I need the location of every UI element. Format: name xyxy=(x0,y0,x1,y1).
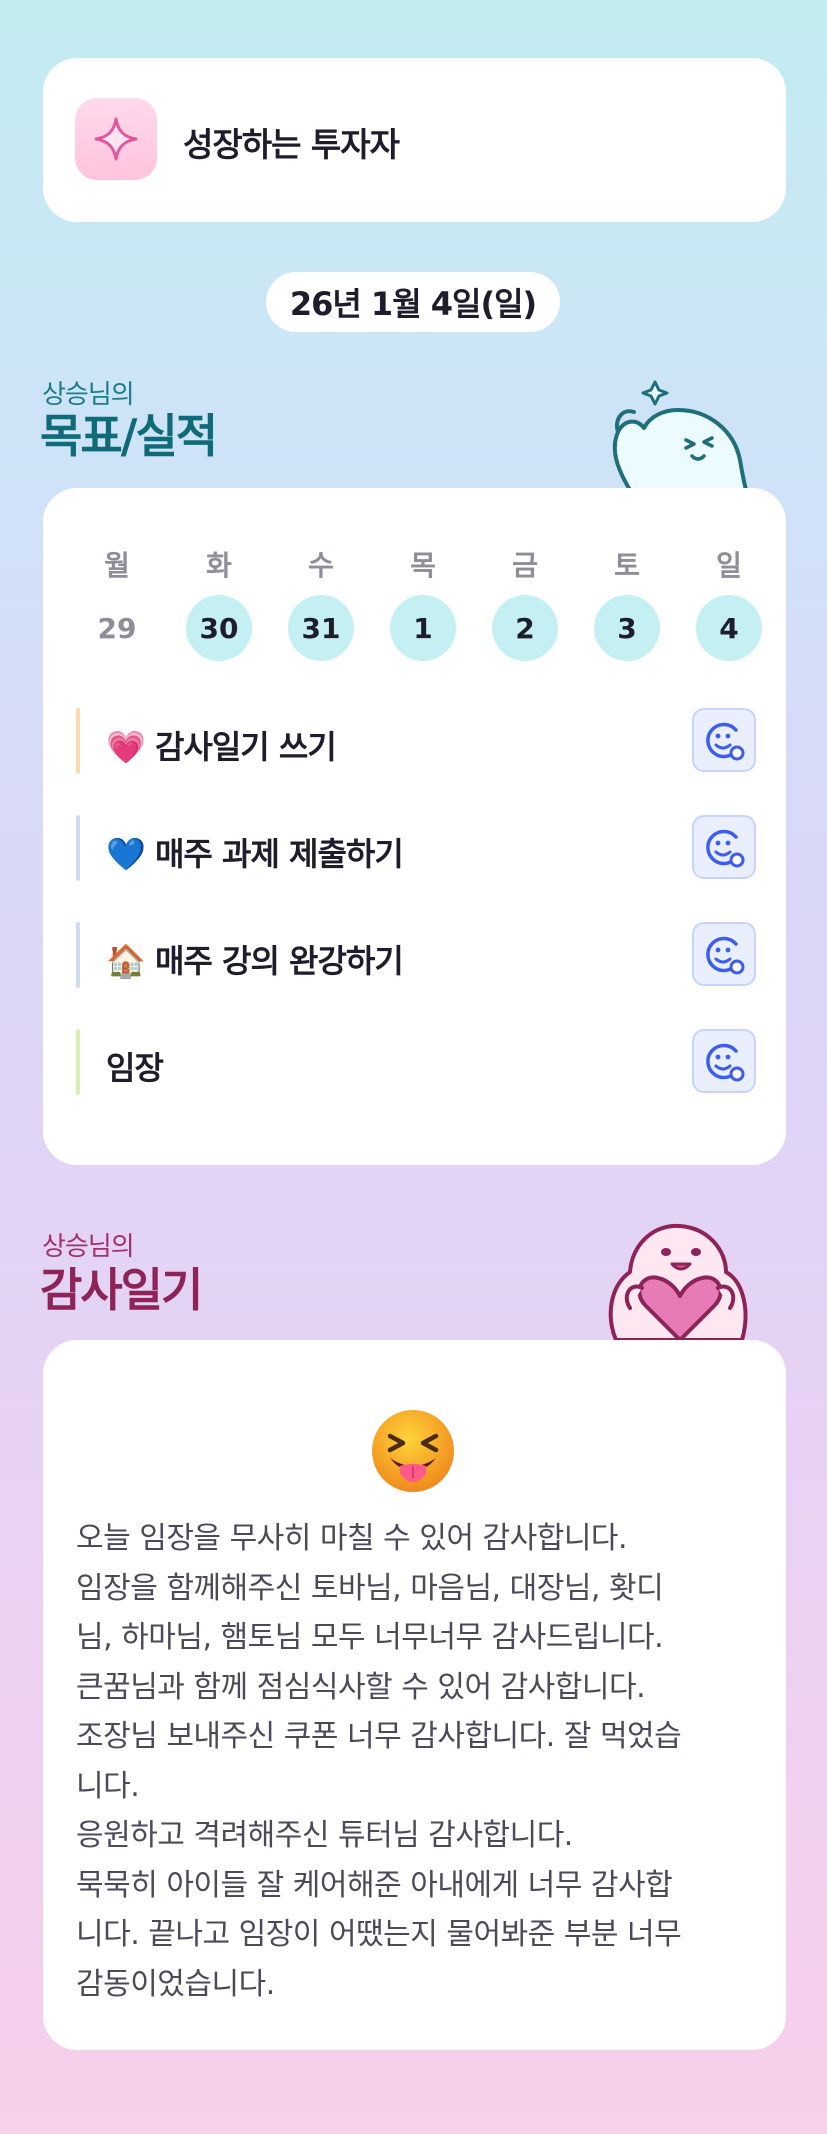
goal-check-button[interactable] xyxy=(692,1029,756,1093)
diary-line: 큰꿈님과 함께 점심식사할 수 있어 감사합니다. xyxy=(76,1669,646,1705)
goal-check-button[interactable] xyxy=(692,815,756,879)
smile-face-icon xyxy=(706,829,745,868)
calendar-day[interactable]: 3 xyxy=(594,595,660,661)
goal-text: 💙 매주 과제 제출하기 xyxy=(106,829,404,875)
goal-item[interactable]: 💗 감사일기 쓰기 xyxy=(76,706,756,776)
goal-indicator-bar xyxy=(76,708,80,774)
profile-title: 성장하는 투자자 xyxy=(183,125,400,164)
goal-indicator-bar xyxy=(76,1029,80,1095)
calendar-day[interactable]: 31 xyxy=(288,595,354,661)
diary-line: 님, 하마님, 햄토님 모두 너무너무 감사드립니다. xyxy=(76,1620,664,1655)
goal-item[interactable]: 🏠 매주 강의 완강하기 xyxy=(76,920,756,990)
diary-line: 응원하고 격려해주신 튜터님 감사합니다. xyxy=(76,1818,573,1853)
goal-item[interactable]: 💙 매주 과제 제출하기 xyxy=(76,813,756,883)
goal-emoji: 💗 xyxy=(106,728,146,766)
goal-emoji: 💙 xyxy=(106,835,146,873)
blue-mascot-icon xyxy=(612,380,748,490)
goal-emoji: 🏠 xyxy=(106,942,146,980)
diary-line: 니다. 끝나고 임장이 어땠는지 물어봐준 부분 너무 xyxy=(76,1917,682,1952)
goal-label: 임장 xyxy=(106,1049,164,1087)
goal-label: 매주 과제 제출하기 xyxy=(154,835,404,873)
goals-section-title: 목표/실적 xyxy=(40,409,218,463)
weekday-label: 화 xyxy=(206,549,232,582)
calendar-day[interactable]: 30 xyxy=(186,595,252,661)
smile-face-icon xyxy=(706,936,745,975)
goal-text: 💗 감사일기 쓰기 xyxy=(106,722,337,768)
weekday-label: 목 xyxy=(410,549,436,582)
gratitude-diary-card[interactable]: 오늘 임장을 무사히 마칠 수 있어 감사합니다. 임장을 함께해주신 토바님,… xyxy=(43,1340,786,2050)
goals-card: 월 화 수 목 금 토 일 29 30 31 1 2 3 4 💗 감사일기 쓰기 xyxy=(43,488,786,1165)
smile-face-icon xyxy=(706,722,745,761)
weekday-label: 일 xyxy=(716,549,742,582)
calendar-day[interactable]: 4 xyxy=(696,595,762,661)
goal-label: 감사일기 쓰기 xyxy=(154,728,337,766)
pink-heart-mascot-icon xyxy=(608,1223,748,1340)
goal-text: 🏠 매주 강의 완강하기 xyxy=(106,936,404,982)
diary-line: 임장을 함께해주신 토바님, 마음님, 대장님, 홧디 xyxy=(76,1570,664,1606)
calendar-day[interactable]: 1 xyxy=(390,595,456,661)
calendar-day[interactable]: 2 xyxy=(492,595,558,661)
diary-text: 오늘 임장을 무사히 마칠 수 있어 감사합니다. 임장을 함께해주신 토바님,… xyxy=(76,1514,766,2009)
weekday-label: 월 xyxy=(104,549,130,582)
weekday-label: 수 xyxy=(308,549,334,582)
goal-indicator-bar xyxy=(76,922,80,988)
diary-line: 오늘 임장을 무사히 마칠 수 있어 감사합니다. xyxy=(76,1521,628,1556)
goal-check-button[interactable] xyxy=(692,922,756,986)
profile-card[interactable]: 성장하는 투자자 xyxy=(43,58,786,222)
diary-section-title: 감사일기 xyxy=(40,1263,203,1317)
goal-text: 임장 xyxy=(106,1043,164,1089)
diary-line: 묵묵히 아이들 잘 케어해준 아내에게 너무 감사합 xyxy=(76,1867,673,1903)
goal-label: 매주 강의 완강하기 xyxy=(154,942,404,980)
diary-line: 니다. xyxy=(76,1768,140,1804)
smile-face-icon xyxy=(706,1043,745,1082)
goal-item[interactable]: 임장 xyxy=(76,1027,756,1097)
calendar-day[interactable]: 29 xyxy=(84,595,150,661)
diary-line: 감동이었습니다. xyxy=(76,1966,275,2002)
diary-line: 조장님 보내주신 쿠폰 너무 감사합니다. 잘 먹었습 xyxy=(76,1719,682,1754)
weekday-label: 토 xyxy=(614,549,640,582)
sparkle-icon xyxy=(75,98,157,180)
goal-check-button[interactable] xyxy=(692,708,756,772)
goal-indicator-bar xyxy=(76,815,80,881)
squinting-tongue-face-icon xyxy=(372,1410,454,1492)
weekday-label: 금 xyxy=(512,549,538,582)
date-selector[interactable]: 26년 1월 4일(일) xyxy=(266,272,560,332)
